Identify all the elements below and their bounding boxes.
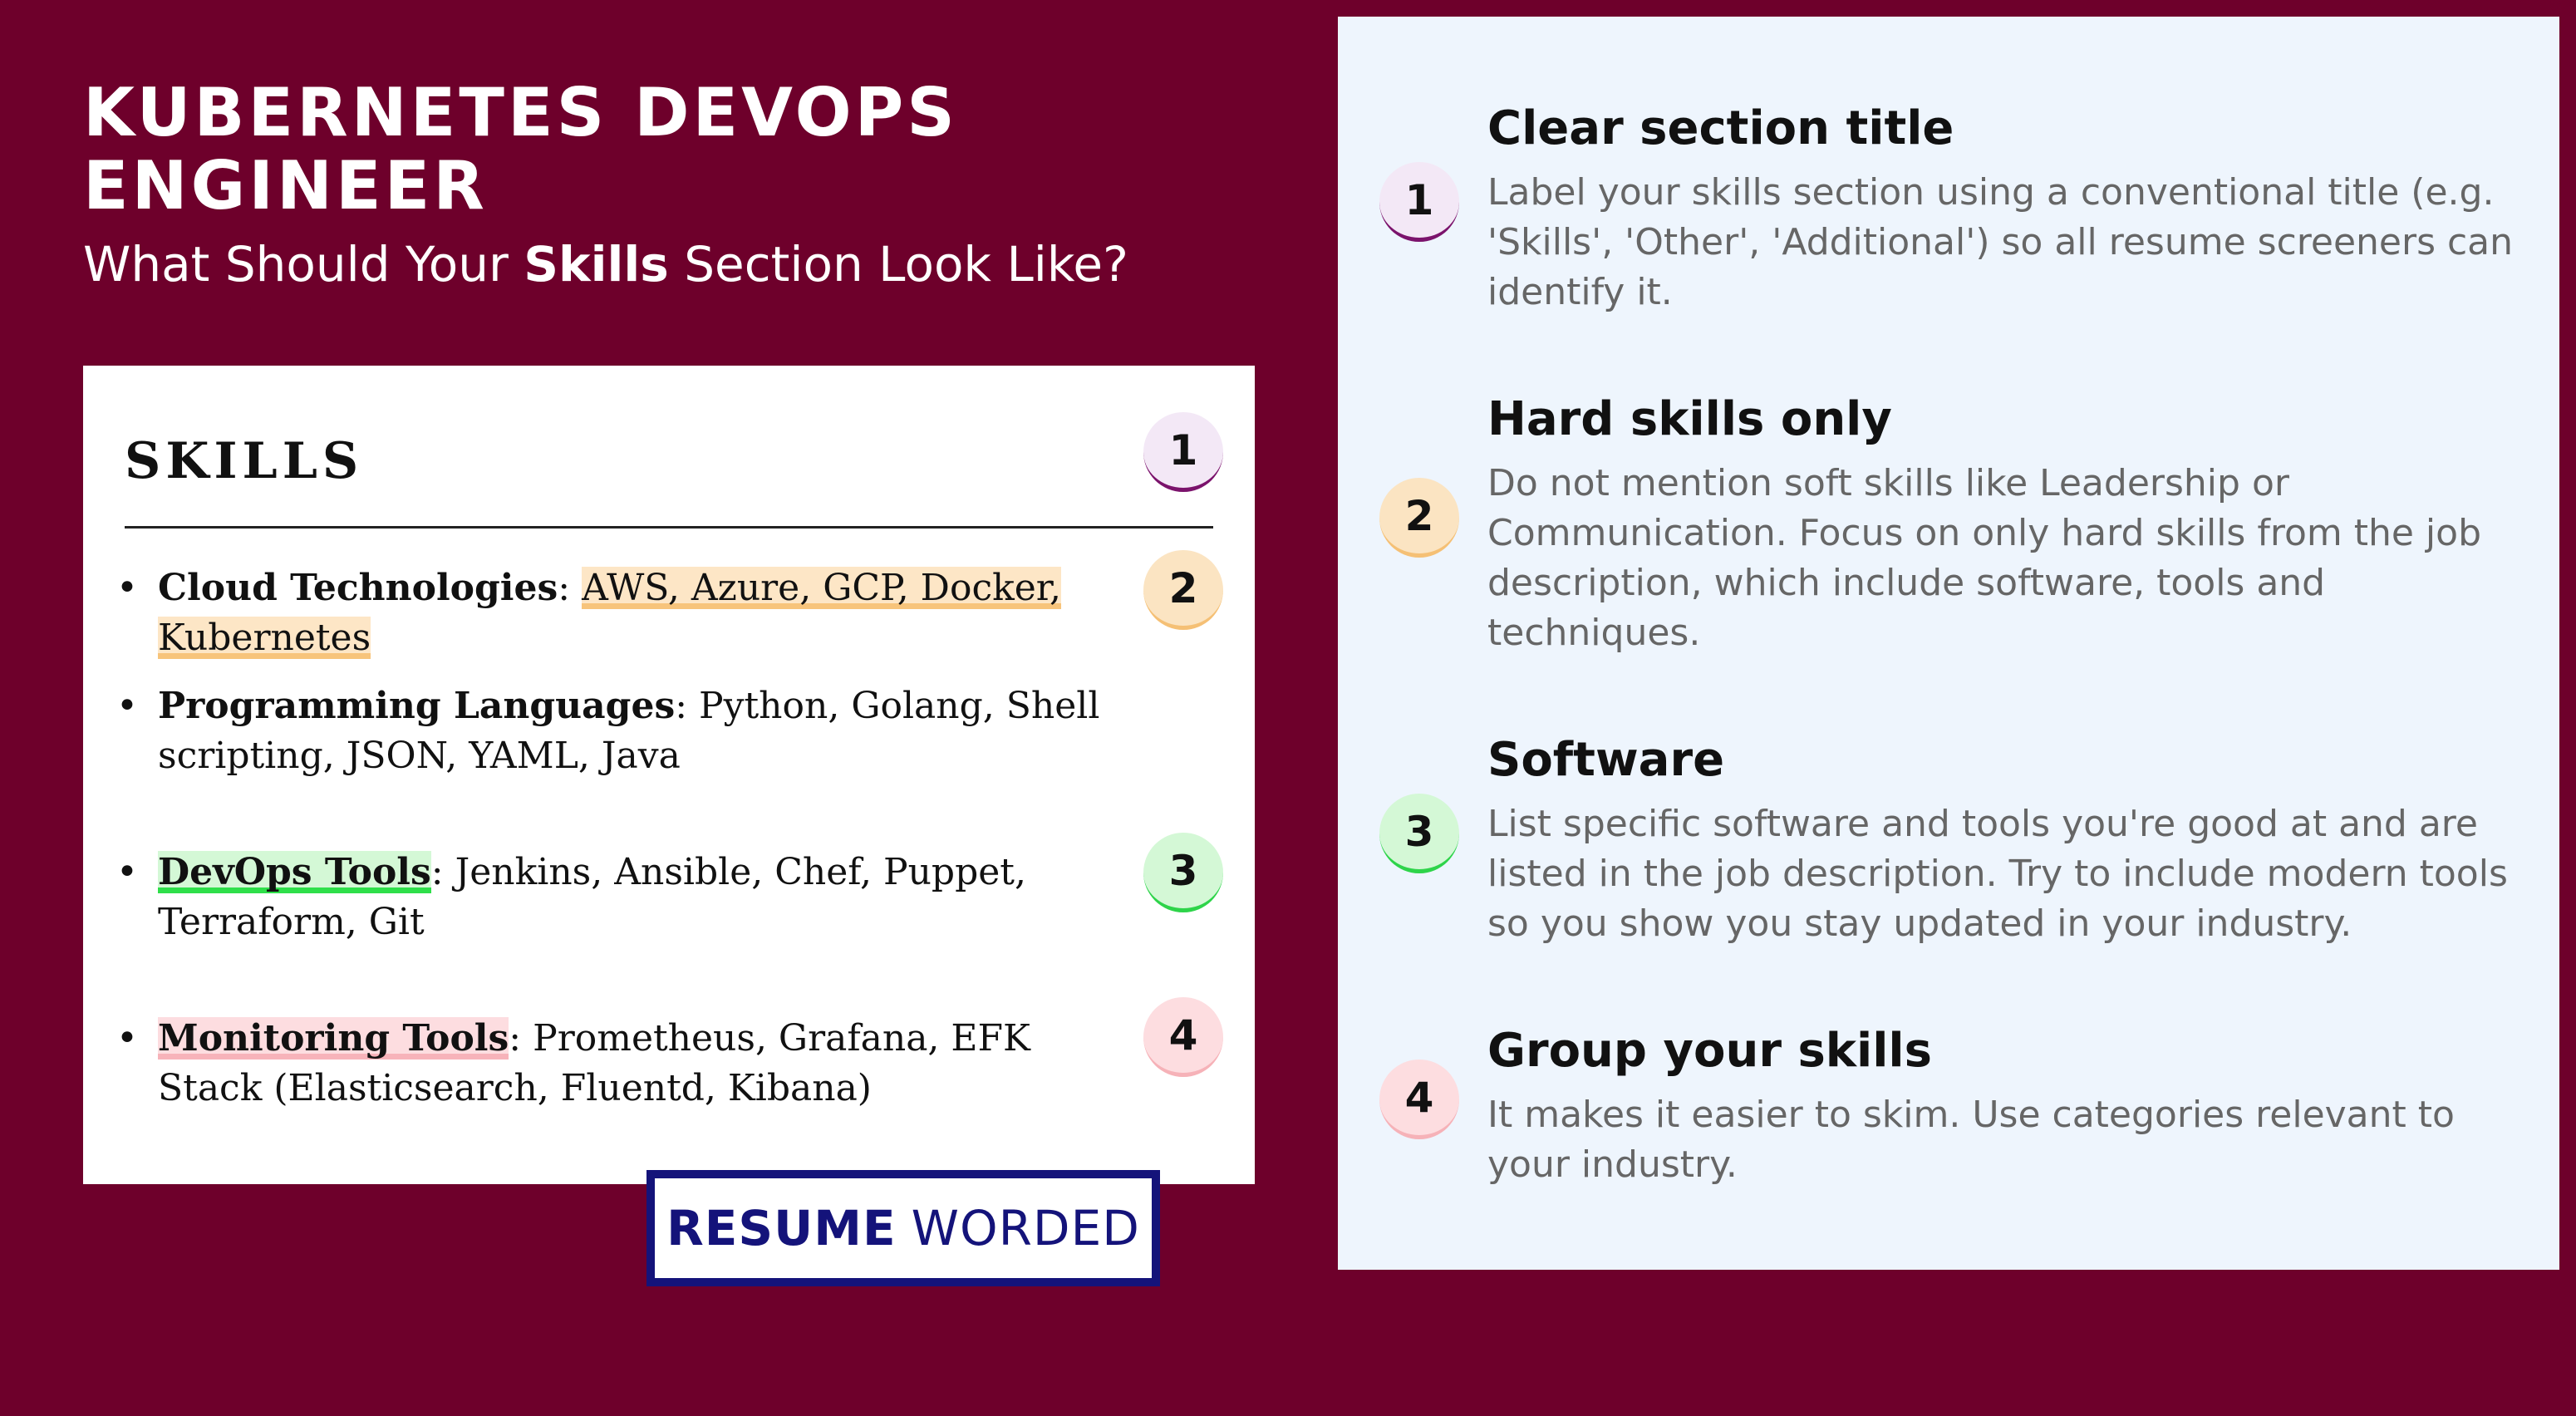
skill-text: Monitoring Tools: Prometheus, Grafana, E… [158,1014,1097,1114]
subtitle-part: What Should Your [83,236,524,293]
bullet: • [116,685,138,727]
separator: : [675,685,700,727]
tip-body: Label your skills section using a conven… [1487,171,2514,313]
number-badge-1: 1 [1143,412,1223,492]
separator: : [558,567,583,609]
number-badge-4: 4 [1143,997,1223,1077]
tips-panel: Clear section title 1 Label your skills … [1338,17,2559,1270]
skills-heading: SKILLS [125,432,364,490]
tip-title: Software [1487,733,1725,787]
tip-title: Clear section title [1487,101,1954,155]
subtitle-emphasis: Skills [524,236,669,293]
subtitle-part: Section Look Like? [668,236,1128,293]
logo-light-text: WORDED [911,1200,1140,1256]
tip-badge-3: 3 [1379,794,1459,873]
tip-badge-1: 1 [1379,162,1459,242]
skill-text: Programming Languages: Python, Golang, S… [158,681,1205,781]
tip-title: Hard skills only [1487,392,1892,446]
resume-worded-logo: RESUME WORDED [646,1170,1160,1286]
skill-label: Cloud Technologies [158,567,558,609]
bullet: • [116,567,138,609]
tip-body: It makes it easier to skim. Use categori… [1487,1094,2455,1186]
skill-text: DevOps Tools: Jenkins, Ansible, Chef, Pu… [158,848,1205,947]
resume-skills-card: SKILLS 1 • Cloud Technologies: AWS, Azur… [83,366,1255,1184]
skill-text: Cloud Technologies: AWS, Azure, GCP, Doc… [158,563,1205,663]
page-subtitle: What Should Your Skills Section Look Lik… [83,234,1128,294]
tip-body: Do not mention soft skills like Leadersh… [1487,462,2481,654]
bullet: • [116,1017,138,1060]
separator: : [430,851,455,893]
divider [125,526,1213,529]
skill-label: Monitoring Tools [158,1017,509,1060]
tip-body: List specific software and tools you're … [1487,803,2508,945]
page-title: KUBERNETES DEVOPS ENGINEER [83,74,958,224]
number-badge-3: 3 [1143,833,1223,912]
skill-label: Programming Languages [158,685,676,727]
tip-badge-2: 2 [1379,478,1459,558]
number-badge-2: 2 [1143,550,1223,630]
separator: : [509,1017,533,1060]
skill-label: DevOps Tools [158,851,431,893]
tip-title: Group your skills [1487,1024,1932,1078]
tip-badge-4: 4 [1379,1060,1459,1139]
bullet: • [116,851,138,893]
logo-bold-text: RESUME [666,1200,897,1256]
